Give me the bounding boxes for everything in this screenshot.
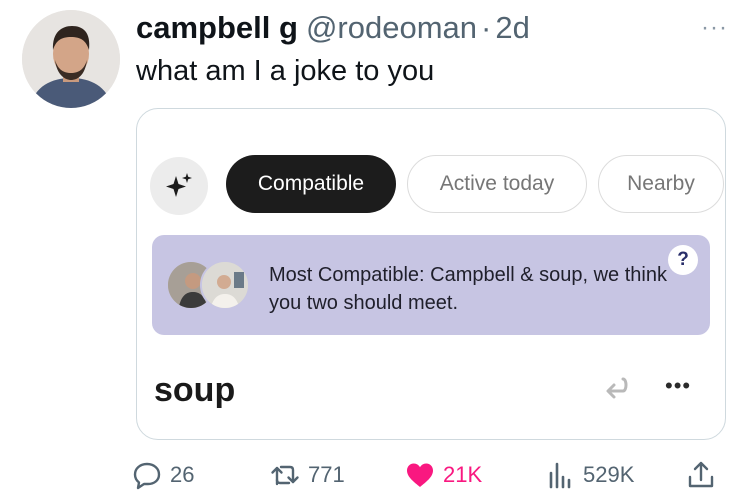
sparkle-button (150, 157, 208, 215)
tweet-header: campbell g @rodeoman · 2d (136, 10, 530, 46)
sparkle-icon (166, 173, 192, 197)
help-button: ? (668, 245, 698, 275)
undo-icon (606, 377, 628, 399)
match-photos (166, 260, 252, 310)
retweet-icon (271, 465, 299, 486)
share-icon (688, 461, 714, 488)
tweet-text: what am I a joke to you (136, 55, 435, 87)
profile-name: soup (154, 371, 236, 409)
author-name[interactable]: campbell g (136, 10, 298, 46)
tweet-timestamp[interactable]: 2d (495, 10, 529, 46)
like-button[interactable]: 21K (405, 455, 482, 495)
header-separator: · (481, 10, 492, 45)
tweet-action-bar: 26 771 21K 529K (132, 455, 730, 495)
view-count: 529K (583, 462, 635, 487)
retweet-button[interactable]: 771 (270, 455, 345, 495)
banner-message: Most Compatible: Campbell & soup, we thi… (269, 264, 667, 314)
like-count: 21K (443, 462, 483, 487)
share-button[interactable] (686, 455, 716, 495)
compatibility-banner: Most Compatible: Campbell & soup, we thi… (152, 235, 710, 335)
author-avatar[interactable] (22, 10, 120, 108)
tab-nearby: Nearby (598, 155, 724, 213)
tweet-media-card[interactable]: Compatible Active today Nearby Most Comp… (136, 108, 726, 440)
views-icon (549, 462, 571, 489)
avatar-photo (22, 10, 120, 108)
card-more-icon: ••• (665, 373, 692, 398)
tab-active-today: Active today (407, 155, 587, 213)
reply-count: 26 (170, 462, 195, 487)
views-button[interactable]: 529K (545, 455, 634, 495)
author-handle[interactable]: @rodeoman (306, 10, 477, 46)
tweet-more-button[interactable]: ··· (701, 14, 728, 42)
tab-compatible: Compatible (226, 155, 396, 213)
heart-icon (407, 463, 433, 487)
match-photo-2 (200, 260, 250, 310)
retweet-count: 771 (308, 462, 345, 487)
reply-icon (133, 462, 161, 490)
reply-button[interactable]: 26 (132, 455, 194, 495)
